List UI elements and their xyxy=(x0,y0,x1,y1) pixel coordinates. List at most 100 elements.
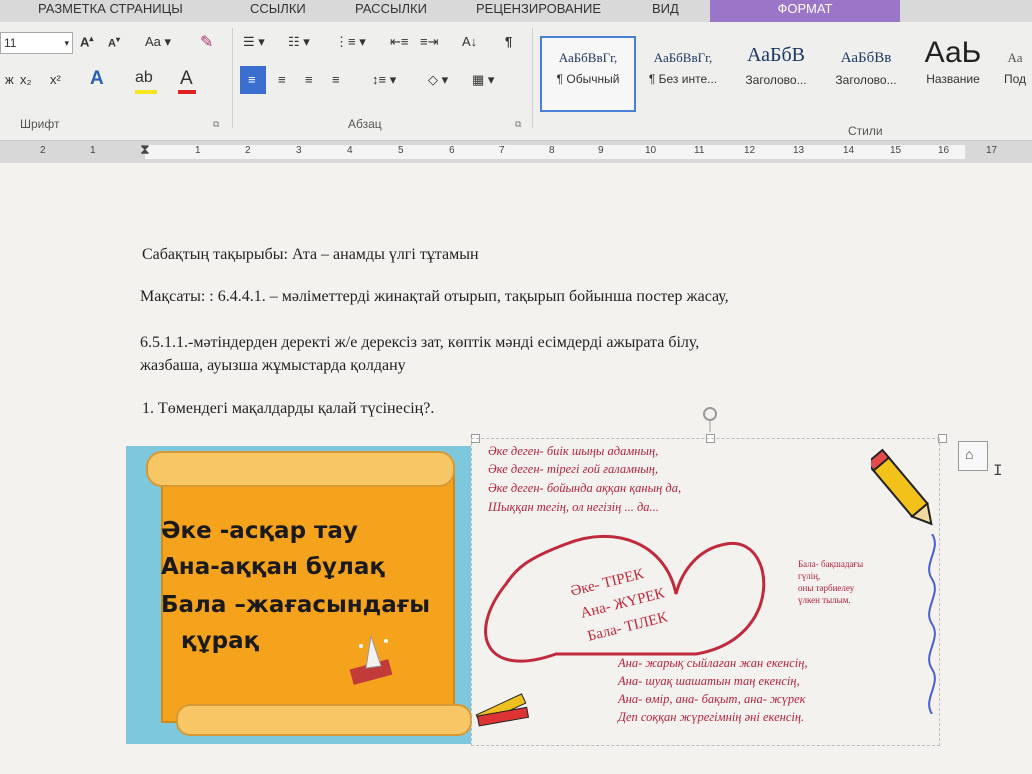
strikethrough-button[interactable]: ж xyxy=(5,72,14,87)
align-left-icon: ≡ xyxy=(248,72,256,87)
paragraph-group-label: Абзац xyxy=(348,117,382,131)
increase-indent-icon[interactable]: ≡⇥ xyxy=(420,34,438,50)
pilcrow-icon[interactable]: ¶ xyxy=(505,34,512,49)
decrease-indent-icon[interactable]: ⇤≡ xyxy=(390,34,408,50)
ruler-text-area xyxy=(145,145,965,159)
proverb-poster: Әке -асқар тау Ана-аққан бұлақ Бала –жағ… xyxy=(126,446,472,744)
align-center-icon[interactable]: ≡ xyxy=(278,72,286,87)
superscript-button[interactable]: x² xyxy=(50,72,61,87)
proverb-child: Бала –жағасындағы xyxy=(161,592,431,618)
poster-picture[interactable]: Әке -асқар тау Ана-аққан бұлақ Бала –жағ… xyxy=(126,407,947,746)
highlight-icon[interactable]: ab xyxy=(135,69,153,87)
style-subtitle[interactable]: Аа Под xyxy=(998,36,1032,108)
style-heading-1[interactable]: АаБбВ Заголово... xyxy=(732,36,820,108)
task-1: 1. Төмендегі мақалдарды қалай түсінесің?… xyxy=(142,400,435,417)
lesson-objective-line2: жазбаша, ауызша жұмыстарда қолдану xyxy=(140,357,406,374)
tab-references[interactable]: ССЫЛКИ xyxy=(250,0,306,22)
lesson-goal: Мақсаты: : 6.4.4.1. – мәліметтерді жинақ… xyxy=(140,288,729,305)
ruler-number: 5 xyxy=(398,145,404,156)
tab-view[interactable]: ВИД xyxy=(652,0,679,22)
poem-top-line: Әке деген- тірегі ғой ғаламның, xyxy=(488,462,659,476)
layout-options-button[interactable]: ⌂ xyxy=(958,441,988,471)
style-normal[interactable]: АаБбВвГг, ¶ Обычный xyxy=(540,36,636,112)
tab-format[interactable]: ФОРМАТ xyxy=(710,0,900,22)
ruler-number: 3 xyxy=(296,145,302,156)
justify-icon[interactable]: ≡ xyxy=(332,72,340,87)
ruler-number: 14 xyxy=(843,145,855,156)
ruler-number: 1 xyxy=(90,145,96,156)
bullets-icon[interactable]: ☰ ▾ xyxy=(243,34,265,50)
text-effects-icon[interactable]: A xyxy=(90,68,104,90)
numbering-icon[interactable]: ☷ ▾ xyxy=(288,34,310,50)
text-cursor-icon: I xyxy=(993,462,1003,480)
highlight-color-swatch xyxy=(135,90,157,94)
proverb-father: Әке -асқар тау xyxy=(161,518,358,544)
tab-page-layout[interactable]: РАЗМЕТКА СТРАНИЦЫ xyxy=(38,0,183,22)
book-icon xyxy=(349,635,393,685)
side-note-line: Бала- бақшадағы xyxy=(798,559,864,569)
side-note-line: гүлің, xyxy=(798,571,821,581)
shrink-font-button[interactable]: A▾ xyxy=(108,35,120,50)
poem-top-line: Әке деген- биік шыңы адамның, xyxy=(488,444,659,458)
ribbon-tabs: РАЗМЕТКА СТРАНИЦЫ ССЫЛКИ РАССЫЛКИ РЕЦЕНЗ… xyxy=(0,0,1032,22)
ruler-number: 9 xyxy=(598,145,604,156)
ruler-number: 6 xyxy=(449,145,455,156)
style-heading-2[interactable]: АаБбВв Заголово... xyxy=(824,36,908,108)
ruler-number: 16 xyxy=(938,145,950,156)
side-note-line: үлкен тылым. xyxy=(798,595,851,605)
crayons-icon xyxy=(475,693,530,727)
ruler-number: 11 xyxy=(694,145,705,156)
align-right-icon[interactable]: ≡ xyxy=(305,72,313,87)
ruler-number: 4 xyxy=(347,145,353,156)
lesson-objective-line1: 6.5.1.1.-мәтіндерден деректі ж/е дерексі… xyxy=(140,334,700,351)
tab-mailings[interactable]: РАССЫЛКИ xyxy=(355,0,427,22)
ruler-number: 1 xyxy=(195,145,201,156)
poem-bottom-line: Деп соққан жүрегімнің әні екенсің. xyxy=(618,710,805,724)
dialog-launcher-icon[interactable]: ⧉ xyxy=(213,119,219,130)
ruler-number: 7 xyxy=(499,145,505,156)
separator xyxy=(232,28,233,128)
shading-icon[interactable]: ◇ ▾ xyxy=(428,72,448,88)
scroll-top-roll xyxy=(146,451,455,487)
wavy-line xyxy=(928,534,936,714)
ruler-number: 10 xyxy=(645,145,657,156)
clear-format-icon[interactable]: ✎ xyxy=(200,32,213,52)
ruler-number: 13 xyxy=(793,145,805,156)
side-note-line: оны тәрбиелеу xyxy=(798,583,855,593)
poem-bottom-line: Ана- жарық сыйлаған жан екенсің, xyxy=(618,656,808,670)
ruler-number: 12 xyxy=(744,145,756,156)
line-spacing-icon[interactable]: ↕≡ ▾ xyxy=(372,72,396,88)
grow-font-button[interactable]: A▴ xyxy=(80,34,93,49)
styles-group-label: Стили xyxy=(848,124,883,138)
dialog-launcher-icon[interactable]: ⧉ xyxy=(515,119,521,130)
ruler-number: 2 xyxy=(245,145,251,156)
font-size-box[interactable]: 11 ▾ xyxy=(0,32,73,54)
horizontal-ruler[interactable]: 2 1 ⧗ 1 2 3 4 5 6 7 8 9 10 11 12 13 14 1… xyxy=(0,141,1032,163)
ruler-number: 8 xyxy=(549,145,555,156)
proverb-child-end: құрақ xyxy=(181,628,260,654)
pencil-icon xyxy=(871,448,933,526)
proverb-mother: Ана-аққан бұлақ xyxy=(161,554,385,580)
sort-icon[interactable]: A↓ xyxy=(462,34,477,49)
multilevel-list-icon[interactable]: ⋮≡ ▾ xyxy=(335,34,366,50)
style-no-spacing[interactable]: АаБбВвГг, ¶ Без инте... xyxy=(638,36,728,108)
font-group-label: Шрифт xyxy=(20,117,60,131)
subscript-button[interactable]: x₂ xyxy=(20,72,32,87)
borders-icon[interactable]: ▦ ▾ xyxy=(472,72,494,88)
style-title[interactable]: АаЬ Название xyxy=(912,36,994,108)
tab-review[interactable]: РЕЦЕНЗИРОВАНИЕ xyxy=(476,0,601,22)
layout-options-icon: ⌂ xyxy=(965,446,974,462)
ribbon: 11 ▾ A▴ A▾ Aa ▾ ✎ ж x₂ x² A ab A Шрифт ⧉… xyxy=(0,22,1032,141)
chevron-down-icon[interactable]: ▾ xyxy=(64,33,69,53)
change-case-button[interactable]: Aa ▾ xyxy=(145,34,171,50)
poem-top-line: Әке деген- бойында аққан қаның да, xyxy=(488,481,682,495)
heart-shape xyxy=(484,534,766,663)
rotate-handle-icon[interactable] xyxy=(700,404,720,432)
poem-bottom-line: Ана- шуақ шашатын таң екенсің, xyxy=(618,674,800,688)
scroll-bottom-roll xyxy=(176,704,472,736)
font-color-swatch xyxy=(178,90,196,94)
font-color-icon[interactable]: A xyxy=(180,68,193,90)
lesson-topic: Сабақтың тақырыбы: Ата – анамды үлгі тұт… xyxy=(142,246,479,263)
font-size-value: 11 xyxy=(4,36,17,50)
indent-marker-icon[interactable]: ⧗ xyxy=(140,141,150,158)
